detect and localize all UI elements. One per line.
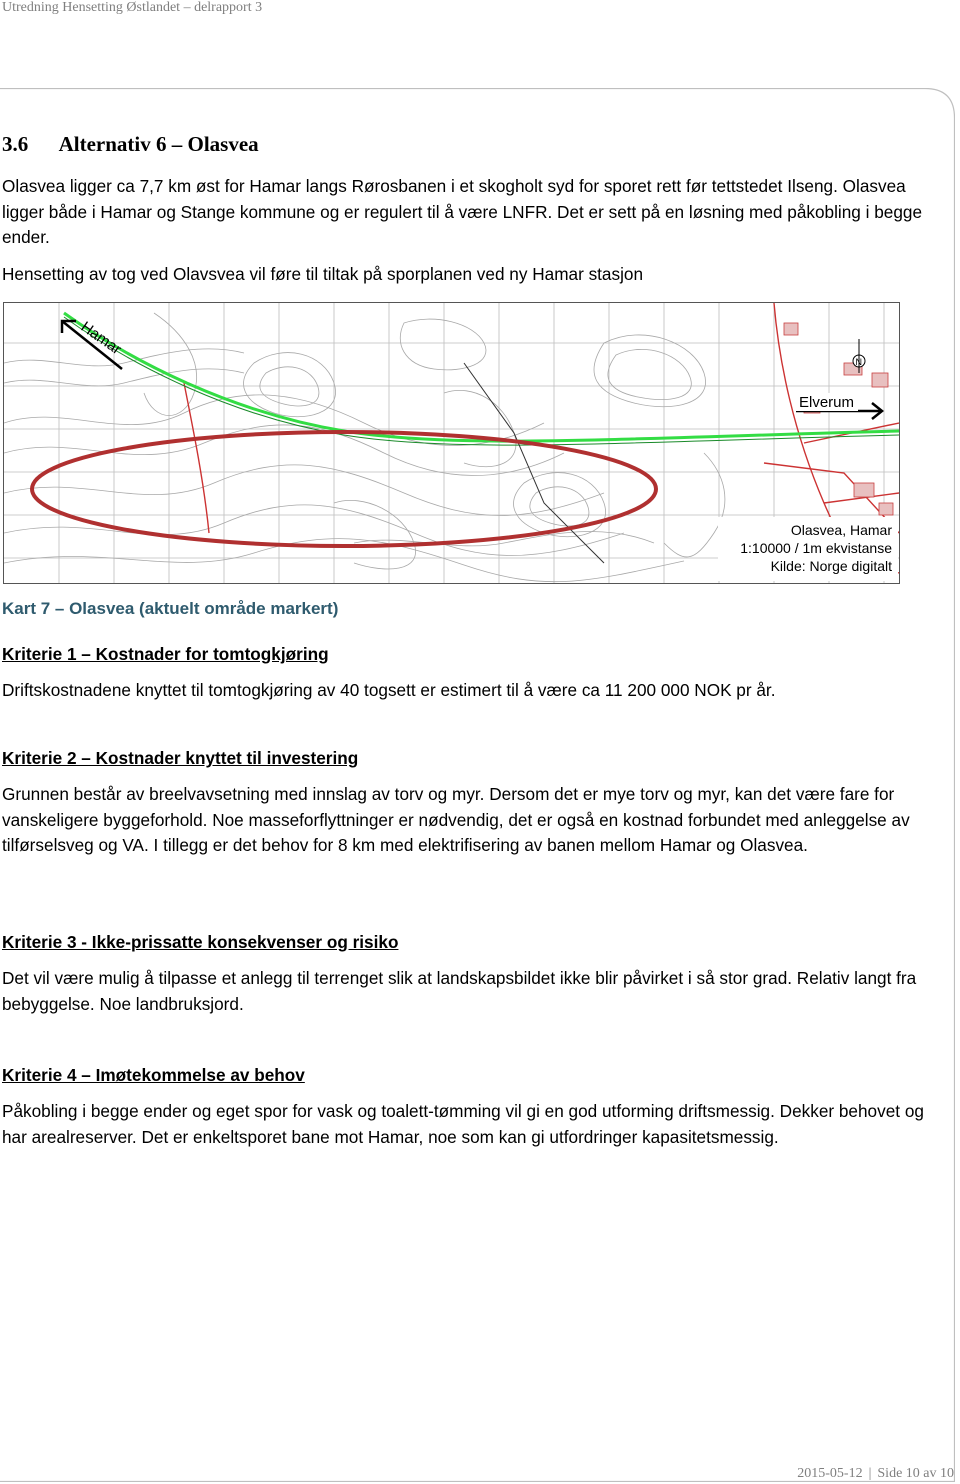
highlight-ellipse [30,430,658,548]
intro-note: Hensetting av tog ved Olavsvea vil føre … [2,264,644,284]
criterion-3-heading: Kriterie 3 - Ikke-prissatte konsekvenser… [2,932,399,952]
map-legend-title: Olasvea, Hamar [791,522,892,538]
criterion-4-heading: Kriterie 4 – Imøtekommelse av behov [2,1065,305,1085]
map-legend-source: Kilde: Norge digitalt [771,558,893,574]
footer-date: 2015-05-12 [797,1466,863,1481]
map-legend-scale: 1:10000 / 1m ekvistanse [740,540,892,556]
site-map: N Hamar Elverum Olasvea, Hamar 1:10000 /… [3,302,900,584]
page-footer: 2015-05-12 | Side 10 av 10 [797,1466,954,1481]
map-label-elverum: Elverum [799,394,854,411]
criterion-2-text: Grunnen består av breelvavsetning med in… [2,784,910,855]
intro-paragraph: Olasvea ligger ca 7,7 km øst for Hamar l… [2,176,923,247]
footer-page-number: Side 10 av 10 [877,1466,954,1481]
criterion-1-text: Driftskostnadene knyttet til tomtogkjøri… [2,680,776,700]
criterion-2-heading: Kriterie 2 – Kostnader knyttet til inves… [2,748,359,768]
running-header: Utredning Hensetting Østlandet – delrapp… [2,0,263,15]
svg-text:N: N [856,357,863,367]
map-caption: Kart 7 – Olasvea (aktuelt område markert… [2,599,339,618]
criterion-4-text: Påkobling i begge ender og eget spor for… [2,1101,924,1147]
map-drawing: N Hamar Elverum Olasvea, Hamar 1:10000 /… [4,303,899,583]
section-title: Alternativ 6 – Olasvea [58,132,259,156]
section-number: 3.6 [2,132,29,156]
criterion-3-text: Det vil være mulig å tilpasse et anlegg … [2,968,917,1014]
criterion-1-heading: Kriterie 1 – Kostnader for tomtogkjøring [2,644,329,664]
section-heading: 3.6 Alternativ 6 – Olasvea [2,132,259,157]
